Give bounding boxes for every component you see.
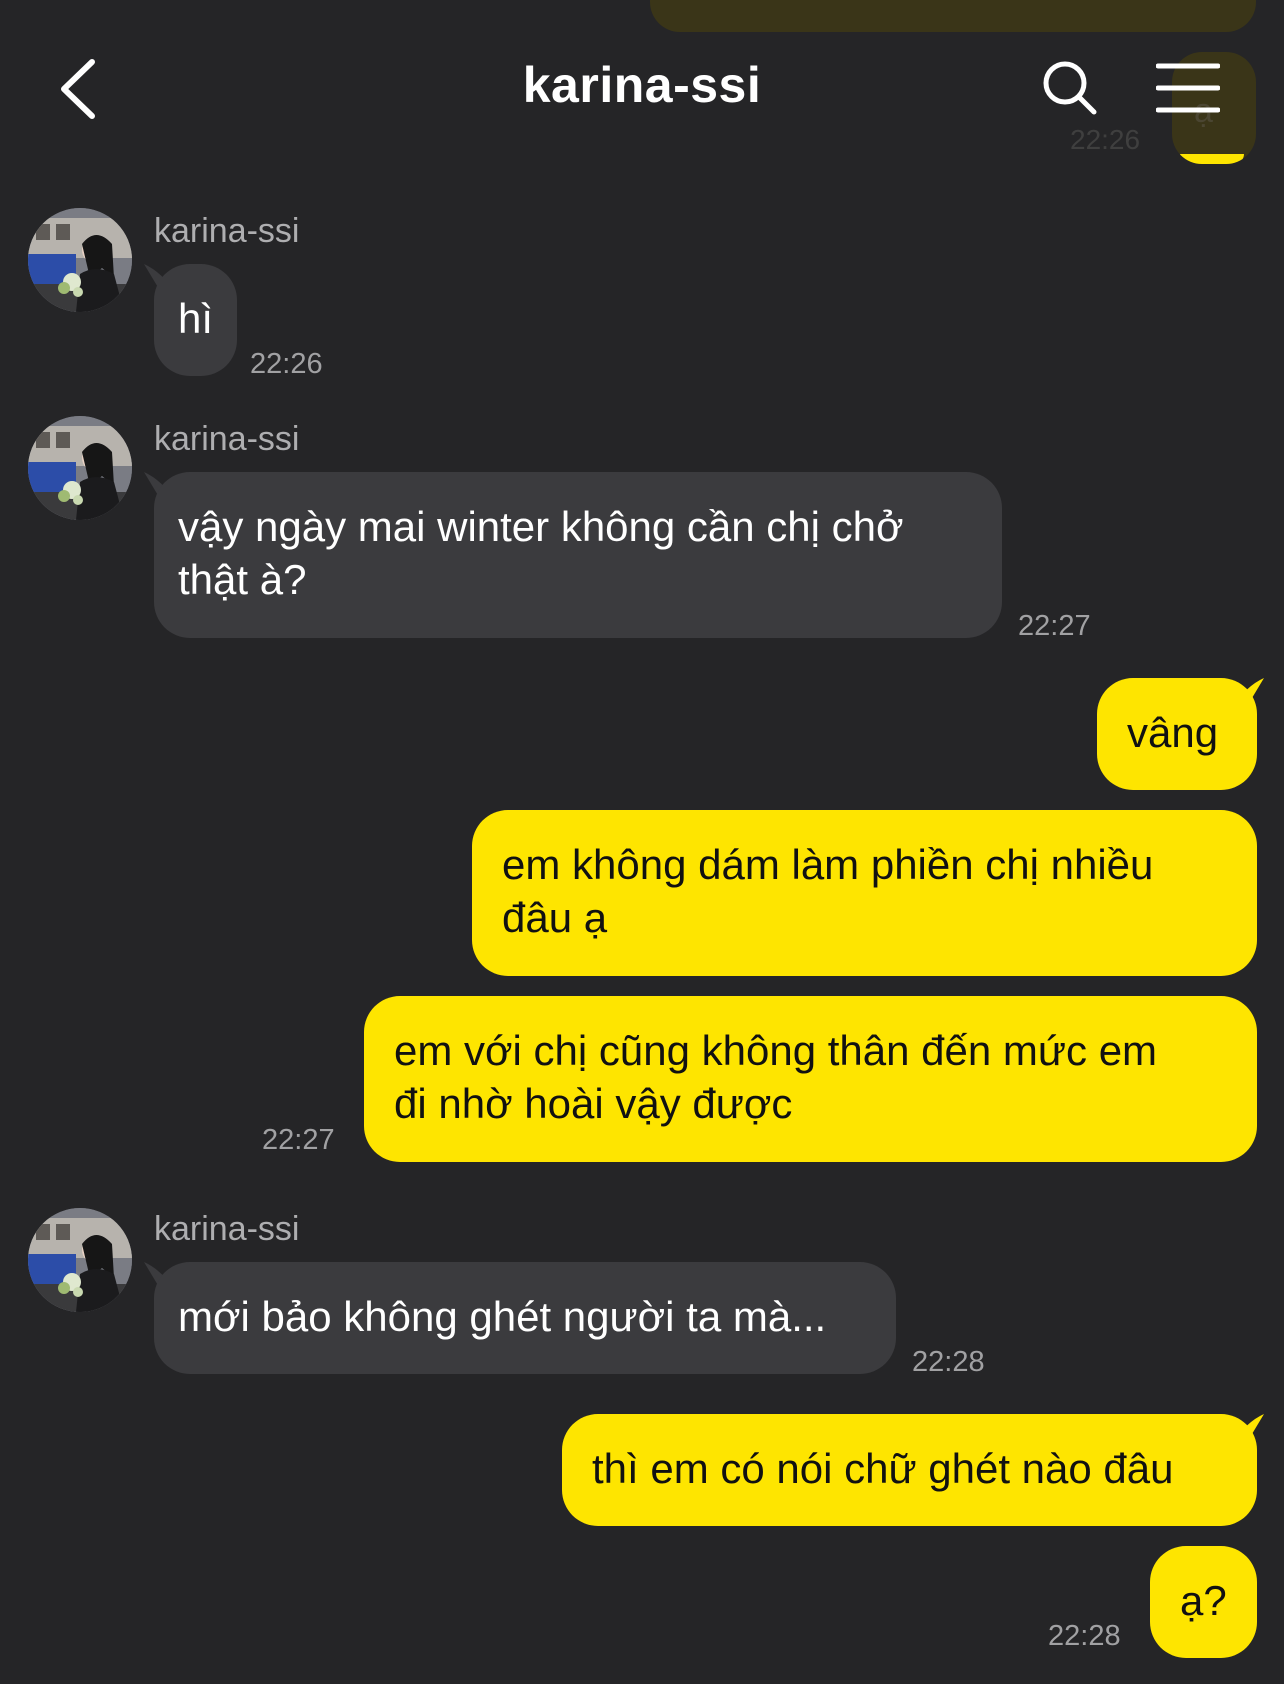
previous-message-bubble <box>650 0 1256 32</box>
avatar[interactable] <box>28 416 132 520</box>
outgoing-message-bubble[interactable]: thì em có nói chữ ghét nào đâu <box>562 1414 1257 1526</box>
outgoing-message-bubble[interactable]: em không dám làm phiền chị nhiều đâu ạ <box>472 810 1257 976</box>
message-text-line: em không dám làm phiền chị nhiều <box>502 841 1154 888</box>
message-time: 22:26 <box>250 348 323 380</box>
message-text-line: thật à? <box>178 556 307 603</box>
sender-name: karina-ssi <box>154 212 300 250</box>
message-time: 22:28 <box>1048 1620 1121 1652</box>
outgoing-message-bubble[interactable]: vâng <box>1097 678 1257 790</box>
message-text-line: vậy ngày mai winter không cần chị chở <box>178 503 904 550</box>
message-text: vâng <box>1127 709 1219 756</box>
menu-button[interactable] <box>1156 62 1220 114</box>
message-time: 22:27 <box>1018 610 1091 642</box>
message-time: 22:27 <box>262 1124 335 1156</box>
message-text-line: đâu ạ <box>502 894 608 941</box>
message-text: thì em có nói chữ ghét nào đâu <box>592 1445 1174 1492</box>
message-text-line: đi nhờ hoài vậy được <box>394 1080 793 1127</box>
sender-name: karina-ssi <box>154 420 300 458</box>
outgoing-message-bubble[interactable]: em với chị cũng không thân đến mức em đi… <box>364 996 1257 1162</box>
outgoing-message-bubble[interactable]: ạ? <box>1150 1546 1257 1658</box>
incoming-message-bubble[interactable]: vậy ngày mai winter không cần chị chở th… <box>154 472 1002 638</box>
hamburger-menu-icon <box>1156 63 1220 113</box>
sender-name: karina-ssi <box>154 1210 300 1248</box>
avatar[interactable] <box>28 1208 132 1312</box>
message-text: ạ? <box>1180 1577 1227 1624</box>
search-icon <box>1043 61 1097 115</box>
profile-photo-icon <box>28 416 132 520</box>
avatar[interactable] <box>28 208 132 312</box>
incoming-message-bubble[interactable]: hì <box>154 264 238 376</box>
incoming-message-bubble[interactable]: mới bảo không ghét người ta mà... <box>154 1262 896 1374</box>
message-text: hì <box>178 295 214 342</box>
search-button[interactable] <box>1040 58 1100 118</box>
profile-photo-icon <box>28 208 132 312</box>
profile-photo-icon <box>28 1208 132 1312</box>
message-text: mới bảo không ghét người ta mà... <box>178 1293 827 1340</box>
message-text-line: em với chị cũng không thân đến mức em <box>394 1027 1158 1074</box>
message-time: 22:28 <box>912 1346 985 1378</box>
previous-message-time: 22:26 <box>1070 124 1141 155</box>
